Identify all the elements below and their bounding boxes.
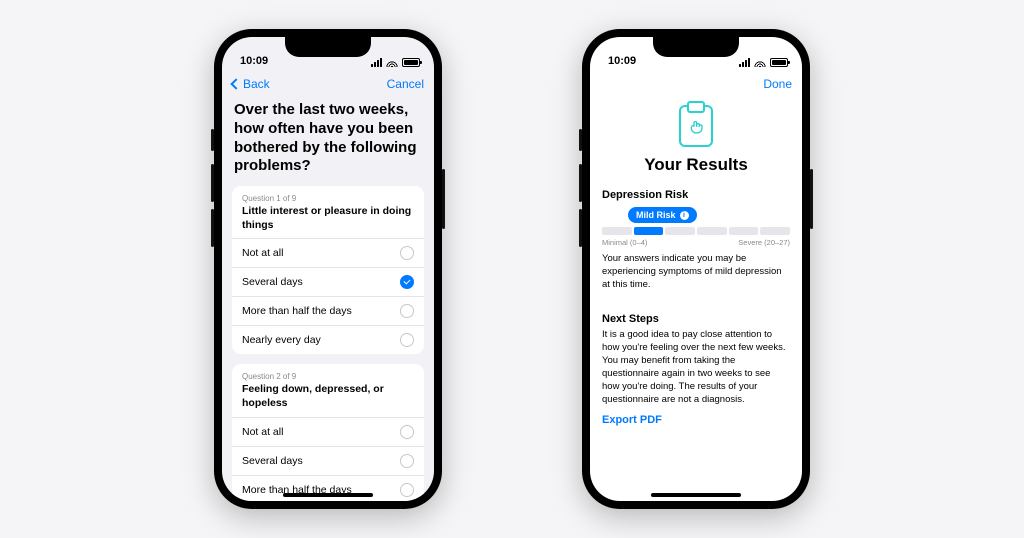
- wifi-icon: [386, 58, 398, 67]
- home-indicator[interactable]: [651, 493, 741, 497]
- phone-results: 10:09 Done Your Results Depression Risk: [582, 29, 810, 509]
- phone-questionnaire: 10:09 Back Cancel Over the last two week…: [214, 29, 442, 509]
- results-summary: Your answers indicate you may be experie…: [602, 253, 790, 291]
- hand-tap-icon: [688, 118, 704, 136]
- chevron-left-icon: [230, 78, 241, 89]
- question-card: Question 1 of 9 Little interest or pleas…: [232, 186, 424, 354]
- battery-icon: [402, 58, 420, 67]
- back-button[interactable]: Back: [232, 77, 270, 91]
- notch: [653, 37, 739, 57]
- option-row[interactable]: Nearly every day: [232, 325, 424, 354]
- nav-bar: Done: [590, 69, 802, 99]
- risk-label: Depression Risk: [602, 189, 790, 201]
- wifi-icon: [754, 58, 766, 67]
- cancel-button[interactable]: Cancel: [387, 77, 424, 91]
- back-label: Back: [243, 77, 270, 91]
- results-title: Your Results: [602, 155, 790, 175]
- question-text: Feeling down, depressed, or hopeless: [242, 383, 414, 410]
- next-steps-label: Next Steps: [602, 313, 790, 325]
- option-label: Not at all: [242, 426, 283, 438]
- option-row[interactable]: More than half the days: [232, 296, 424, 325]
- option-label: Nearly every day: [242, 334, 321, 346]
- radio-icon: [400, 483, 414, 497]
- scale-segment-active: [634, 227, 664, 235]
- status-time: 10:09: [608, 55, 636, 67]
- cellular-icon: [371, 58, 382, 67]
- export-pdf-button[interactable]: Export PDF: [602, 414, 662, 426]
- home-indicator[interactable]: [283, 493, 373, 497]
- notch: [285, 37, 371, 57]
- risk-pill[interactable]: Mild Risk i: [628, 207, 697, 223]
- cellular-icon: [739, 58, 750, 67]
- scale-segment: [760, 227, 790, 235]
- question-text: Little interest or pleasure in doing thi…: [242, 205, 414, 232]
- option-label: Several days: [242, 276, 303, 288]
- battery-icon: [770, 58, 788, 67]
- radio-icon: [400, 246, 414, 260]
- scale-segment: [602, 227, 632, 235]
- option-row[interactable]: Not at all: [232, 238, 424, 267]
- done-button[interactable]: Done: [763, 77, 792, 91]
- question-heading: Over the last two weeks, how often have …: [232, 99, 424, 186]
- screen-results: 10:09 Done Your Results Depression Risk: [590, 37, 802, 501]
- option-row[interactable]: Several days: [232, 446, 424, 475]
- clipboard-icon: [679, 105, 713, 147]
- scale-max-label: Severe (20–27): [738, 238, 790, 247]
- radio-icon: [400, 425, 414, 439]
- option-row[interactable]: More than half the days: [232, 475, 424, 501]
- question-counter: Question 2 of 9: [242, 372, 414, 381]
- option-label: Not at all: [242, 247, 283, 259]
- radio-selected-icon: [400, 275, 414, 289]
- scale-min-label: Minimal (0–4): [602, 238, 647, 247]
- question-card: Question 2 of 9 Feeling down, depressed,…: [232, 364, 424, 501]
- info-icon: i: [680, 211, 689, 220]
- radio-icon: [400, 333, 414, 347]
- status-time: 10:09: [240, 55, 268, 67]
- next-steps-text: It is a good idea to pay close attention…: [602, 329, 790, 406]
- radio-icon: [400, 304, 414, 318]
- option-row[interactable]: Not at all: [232, 417, 424, 446]
- screen-questionnaire: 10:09 Back Cancel Over the last two week…: [222, 37, 434, 501]
- option-label: More than half the days: [242, 305, 352, 317]
- scale-segment: [729, 227, 759, 235]
- option-label: Several days: [242, 455, 303, 467]
- risk-pill-text: Mild Risk: [636, 210, 676, 220]
- scale-segment: [697, 227, 727, 235]
- option-row[interactable]: Several days: [232, 267, 424, 296]
- nav-bar: Back Cancel: [222, 69, 434, 99]
- question-counter: Question 1 of 9: [242, 194, 414, 203]
- risk-scale: [602, 227, 790, 235]
- radio-icon: [400, 454, 414, 468]
- scale-segment: [665, 227, 695, 235]
